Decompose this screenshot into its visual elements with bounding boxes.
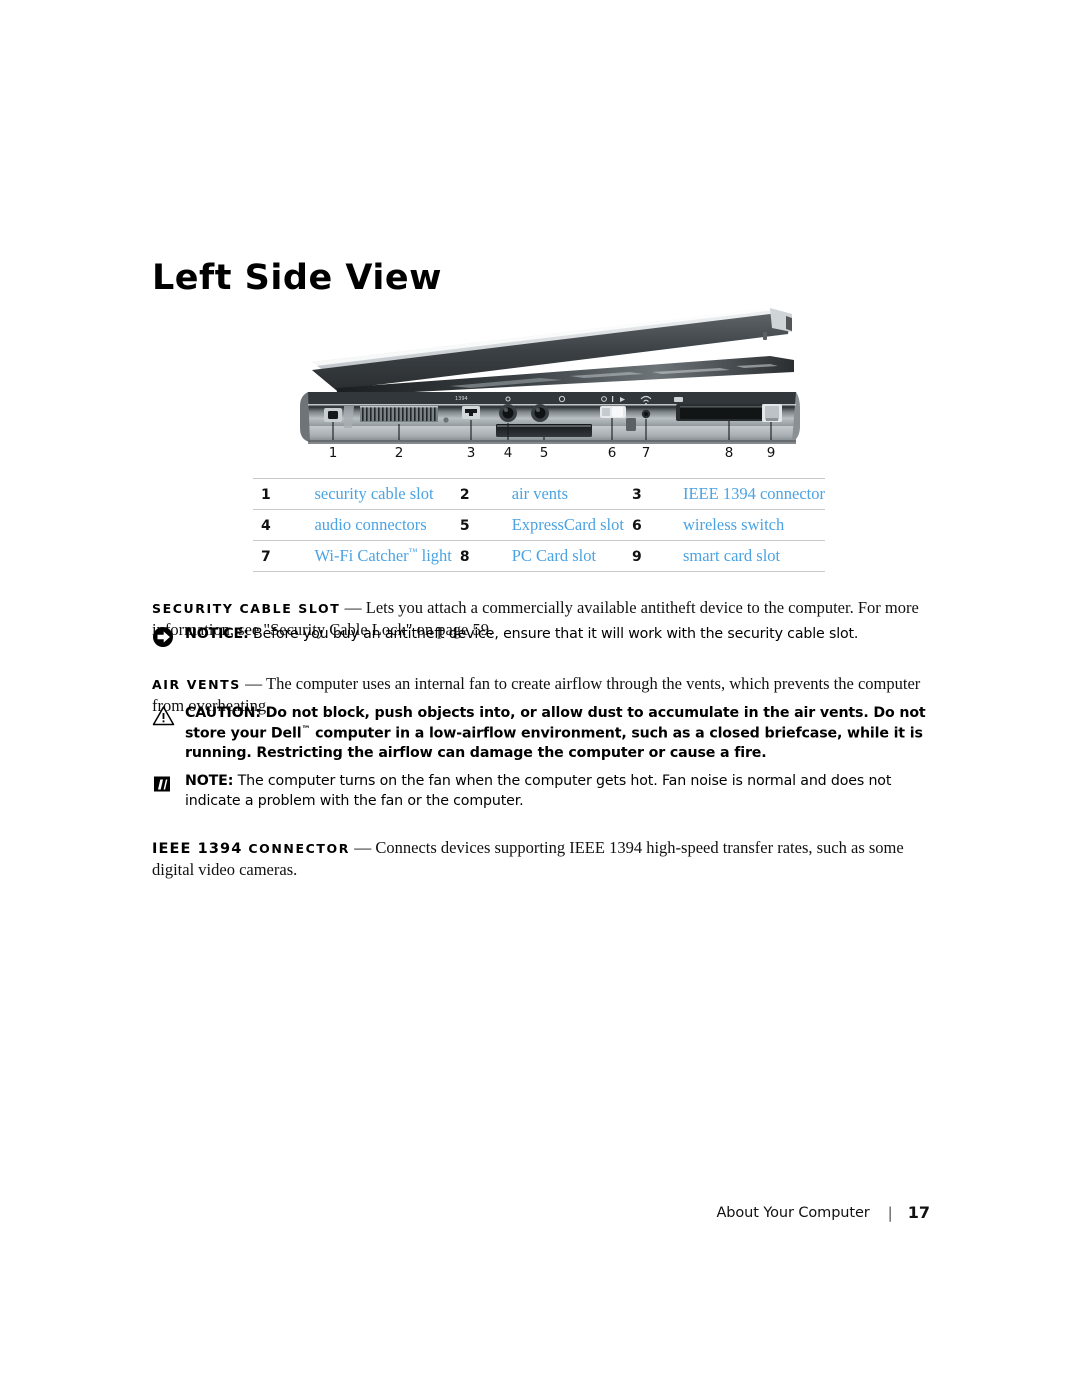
legend-number-3: 3 (631, 487, 642, 503)
em-dash: — (245, 673, 263, 693)
note-text: The computer turns on the fan when the c… (185, 773, 892, 809)
legend-label-wifi-catcher-light: Wi-Fi Catcher™ light (302, 541, 451, 572)
expresscard-slot-feature (496, 424, 592, 437)
em-dash: — (354, 837, 372, 857)
callout-number-6: 6 (608, 445, 617, 461)
footer-chapter-title: About Your Computer (716, 1204, 870, 1221)
air-vents-term: AIR VENTS (152, 676, 241, 692)
table-row: 7 Wi-Fi Catcher™ light 8 PC Card slot 9 … (253, 540, 825, 572)
legend-label-audio-connectors: audio connectors (314, 515, 427, 534)
callout-number-9: 9 (767, 445, 776, 461)
table-row: 4 audio connectors 5 ExpressCard slot 6 … (253, 509, 825, 541)
caution-label: CAUTION: (185, 705, 261, 721)
note-label: NOTE: (185, 773, 234, 789)
notice-arrow-icon (152, 626, 176, 648)
legend-number-9: 9 (631, 549, 642, 565)
legend-label-ieee-1394-connector: IEEE 1394 connector (682, 484, 825, 503)
legend-label-wireless-switch: wireless switch (682, 515, 785, 534)
document-page: Left Side View 1394 1 2 3 4 5 6 7 8 9 1 … (0, 0, 1080, 1397)
legend-label-expresscard-slot: ExpressCard slot (511, 515, 624, 534)
svg-text:1394: 1394 (455, 396, 468, 402)
footer-separator: | (887, 1203, 893, 1222)
legend-label-smart-card-slot: smart card slot (682, 546, 781, 565)
notice-label: NOTICE: (185, 626, 249, 642)
legend-label-pc-card-slot: PC Card slot (511, 546, 597, 565)
notice-text: Before you buy an antitheft device, ensu… (253, 626, 859, 642)
notice-text-block: NOTICE: Before you buy an antitheft devi… (185, 625, 858, 645)
legend-number-5: 5 (459, 518, 470, 534)
air-vents-feature (360, 406, 438, 422)
em-dash: — (344, 597, 362, 617)
callout-number-3: 3 (467, 445, 476, 461)
security-cable-slot-term: SECURITY CABLE SLOT (152, 600, 341, 616)
callout-number-7: 7 (642, 445, 651, 461)
callout-legend-table: 1 security cable slot 2 air vents 3 IEEE… (253, 478, 825, 572)
legend-number-1: 1 (261, 487, 271, 503)
legend-number-6: 6 (631, 518, 642, 534)
note-text-block: NOTE: The computer turns on the fan when… (185, 772, 942, 811)
callout-number-labels: 1 2 3 4 5 6 7 8 9 (329, 445, 776, 461)
footer-page-number: 17 (907, 1203, 930, 1222)
note-admonition: NOTE: The computer turns on the fan when… (152, 772, 942, 811)
page-title: Left Side View (152, 258, 442, 299)
legend-number-8: 8 (459, 549, 470, 565)
trademark-symbol: ™ (301, 724, 311, 735)
smart-card-slot-feature (762, 404, 782, 422)
legend-label-wifi-catcher-text: Wi-Fi Catcher (314, 546, 409, 565)
callout-number-4: 4 (504, 445, 513, 461)
callout-number-2: 2 (395, 445, 404, 461)
legend-number-2: 2 (459, 487, 470, 503)
security-cable-slot-feature (324, 408, 342, 422)
legend-label-security-cable-slot: security cable slot (314, 484, 434, 503)
ieee-1394-connector-definition: IEEE 1394 CONNECTOR — Connects devices s… (152, 837, 930, 881)
callout-number-1: 1 (329, 445, 338, 461)
laptop-side-view-figure: 1 3 9 4 1 2 3 4 5 6 7 8 9 (300, 300, 800, 465)
ieee-1394-term-number: IEEE 1394 (152, 840, 243, 857)
card-slot-label-icon (674, 397, 683, 402)
caution-admonition: CAUTION: Do not block, push objects into… (152, 704, 942, 764)
ieee-1394-term-word: CONNECTOR (248, 840, 350, 856)
callout-number-5: 5 (540, 445, 549, 461)
legend-number-4: 4 (261, 518, 271, 534)
callout-number-8: 8 (725, 445, 734, 461)
legend-label-air-vents: air vents (511, 484, 569, 503)
page-footer: About Your Computer | 17 (0, 1203, 1080, 1222)
legend-label-wifi-catcher-suffix: light (417, 546, 452, 565)
notice-admonition: NOTICE: Before you buy an antitheft devi… (152, 625, 942, 648)
table-row: 1 security cable slot 2 air vents 3 IEEE… (253, 478, 825, 510)
legend-number-7: 7 (261, 549, 271, 565)
note-pencil-icon (152, 773, 176, 795)
caution-text-block: CAUTION: Do not block, push objects into… (185, 704, 942, 764)
warning-triangle-icon (152, 705, 176, 727)
